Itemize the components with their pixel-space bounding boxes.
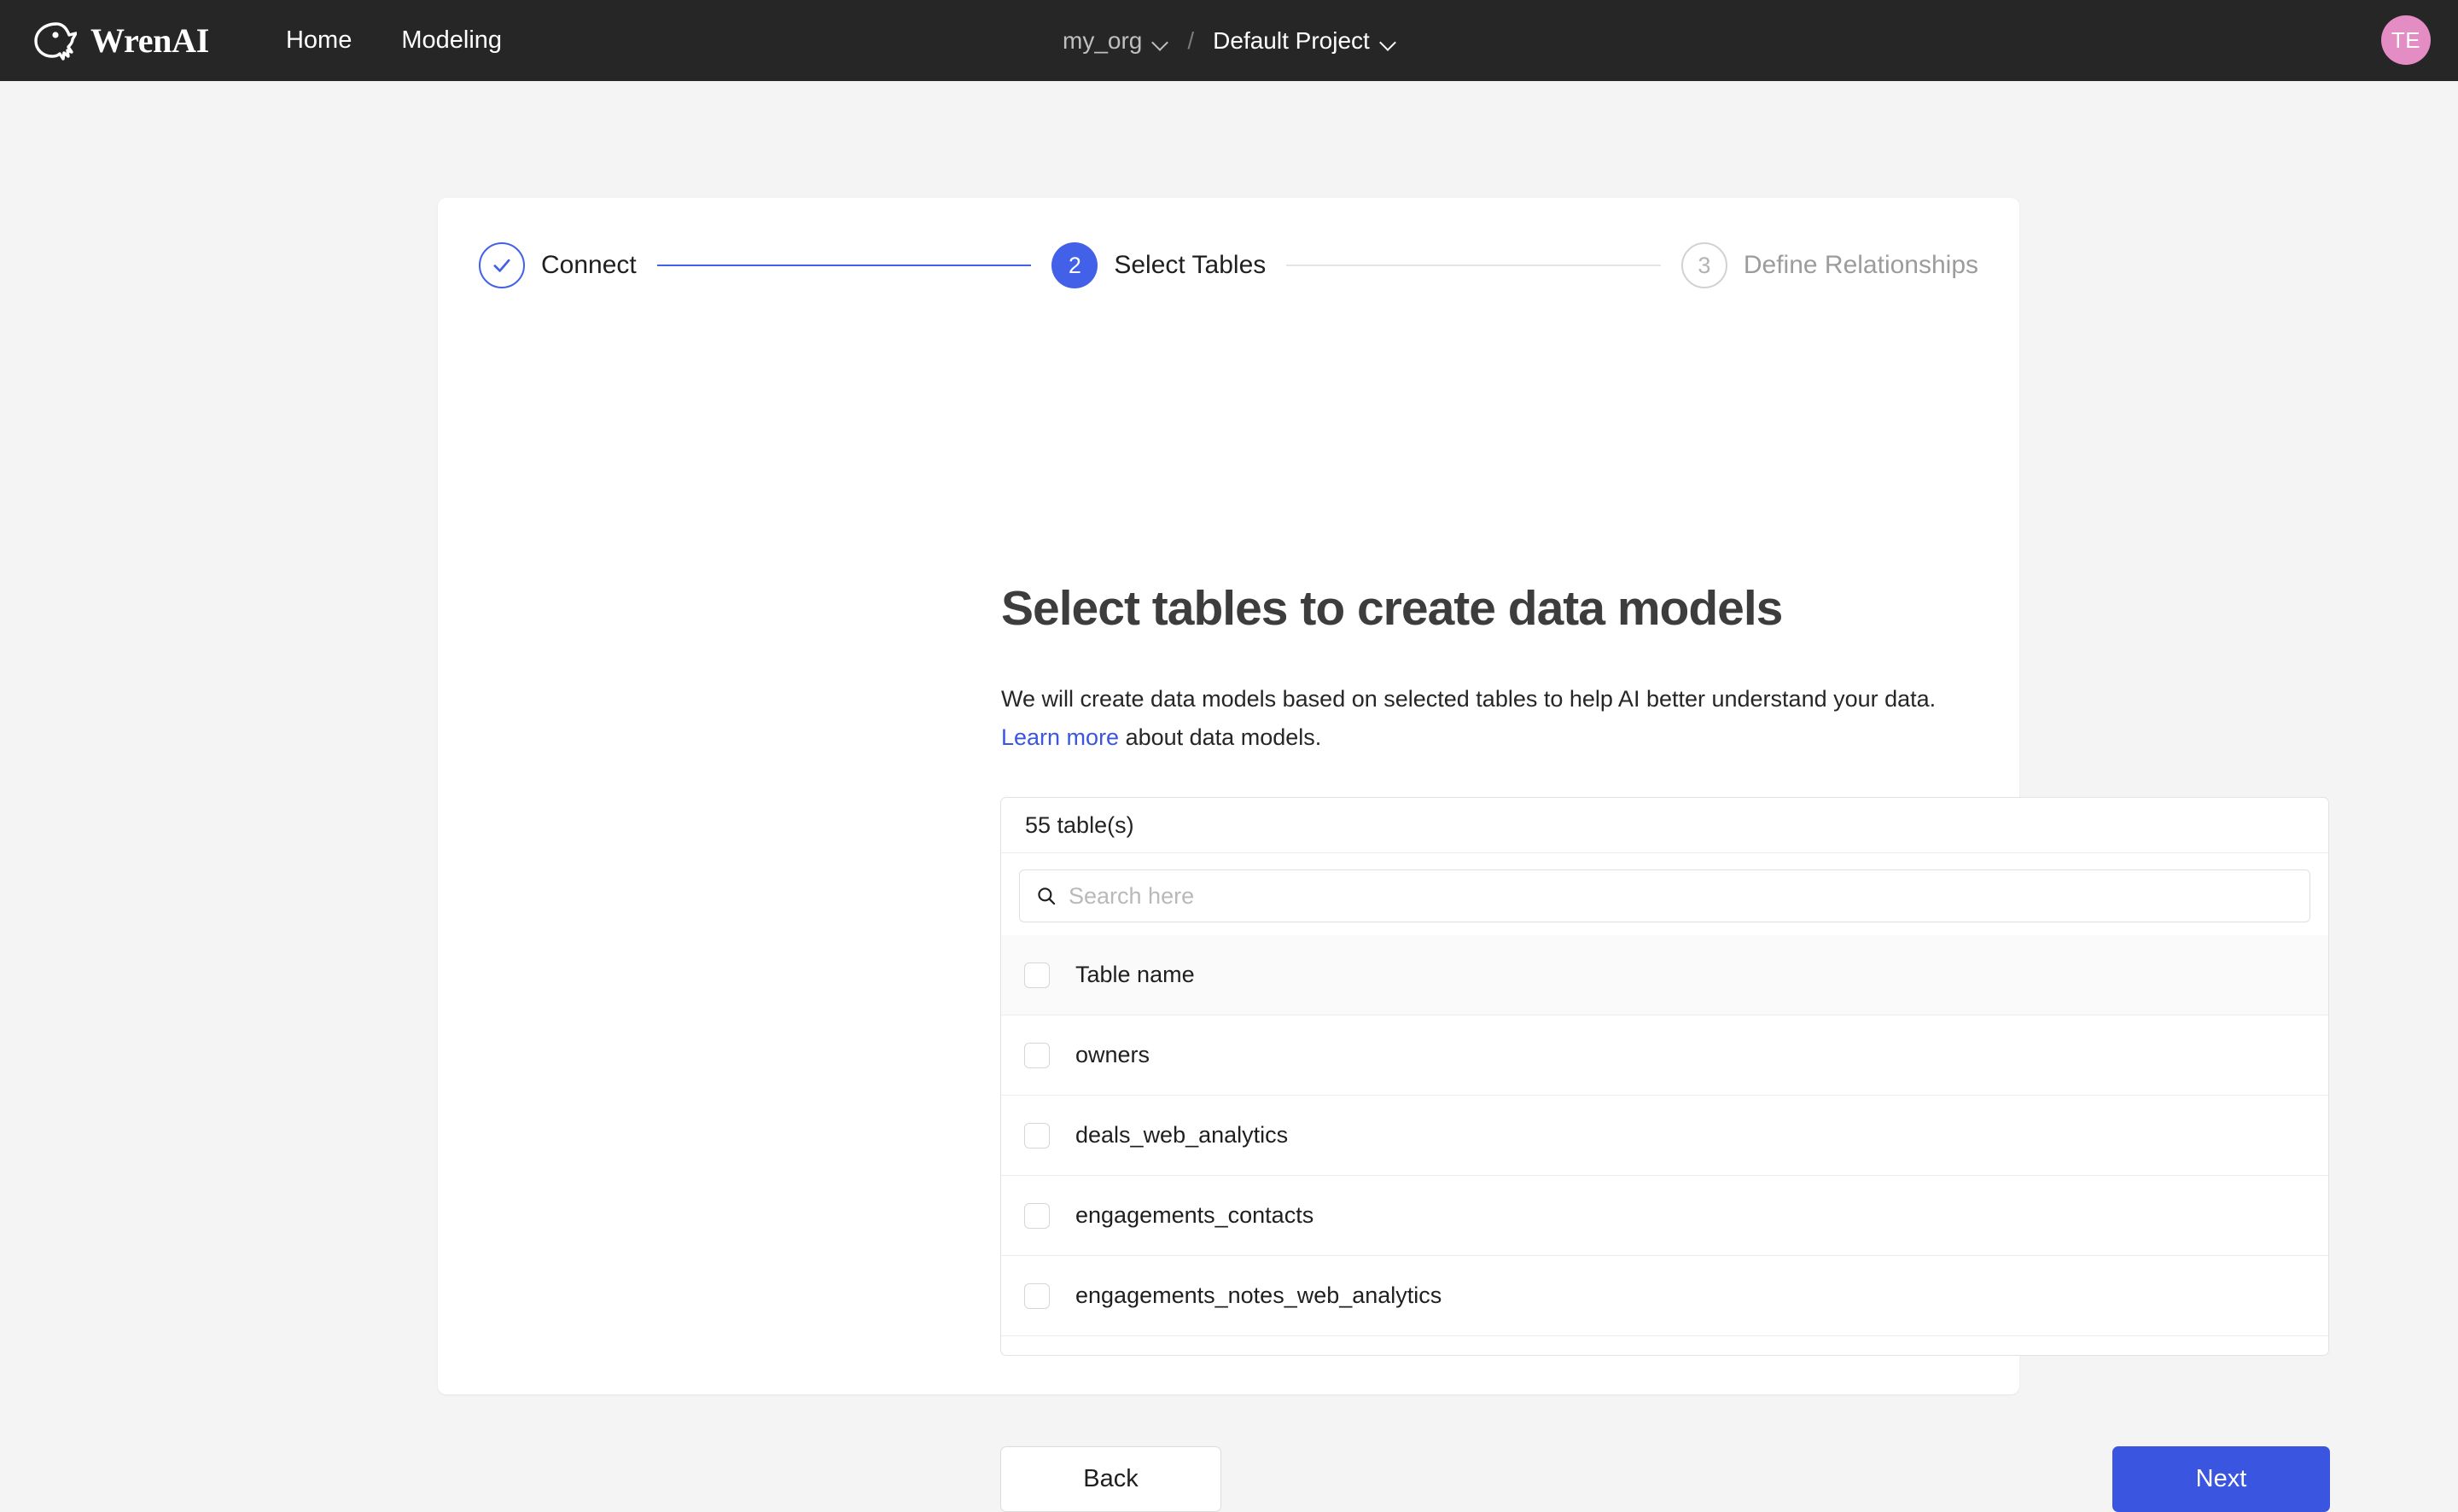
check-icon [493,259,510,272]
learn-more-link[interactable]: Learn more [1001,724,1119,750]
table-row[interactable]: engagements_notes_web_analytics [1001,1256,2328,1336]
project-selector[interactable]: Default Project [1213,27,1396,55]
table-row-checkbox[interactable] [1024,1122,1050,1149]
learn-more-suffix: about data models. [1119,724,1322,750]
step-define-relationships[interactable]: 3 Define Relationships [1680,242,1979,288]
table-row-checkbox[interactable] [1024,1202,1050,1229]
step-define-relationships-label: Define Relationships [1743,251,1979,279]
table-row-checkbox[interactable] [1024,1282,1050,1309]
wizard-stepper: Connect 2 Select Tables 3 Define Relatio… [479,239,1978,292]
nav-item-modeling[interactable]: Modeling [401,28,502,53]
table-row-checkbox[interactable] [1024,1042,1050,1068]
column-header-table-name: Table name [1075,962,1195,987]
search-icon [1038,887,1056,905]
table-row[interactable]: engagements_contacts [1001,1176,2328,1256]
back-button[interactable]: Back [1000,1446,1221,1512]
step-connect[interactable]: Connect [479,242,637,288]
org-name: my_org [1063,26,1143,54]
search-container [1001,853,2328,935]
org-selector[interactable]: my_org [1063,27,1168,55]
chevron-down-icon [1153,37,1168,45]
table-row-name: engagements_contacts [1075,1202,1314,1228]
step-define-relationships-indicator: 3 [1680,242,1727,288]
page-title: Select tables to create data models [1001,581,1783,636]
primary-nav: Home Modeling [286,28,502,53]
wizard-card: Connect 2 Select Tables 3 Define Relatio… [438,198,2330,1512]
search-box[interactable] [1019,869,2310,922]
search-input[interactable] [1069,882,2294,910]
chevron-down-icon [1381,37,1396,45]
stepper-connector-empty [1286,265,1661,266]
avatar[interactable]: TE [2381,15,2431,65]
step-select-tables[interactable]: 2 Select Tables [1051,242,1266,288]
table-picker-panel: 55 table(s) Table name owners deals_web_… [1000,797,2329,1356]
table-row-name: deals_web_analytics [1075,1122,1289,1148]
table-count-label: 55 table(s) [1001,798,2328,853]
nav-item-home[interactable]: Home [286,28,352,53]
step-connect-indicator [479,242,525,288]
brand-logo-group[interactable]: WrenAI [29,19,209,63]
select-all-checkbox[interactable] [1024,962,1050,988]
table-row-name: engagements_notes_web_analytics [1075,1282,1442,1308]
breadcrumb-separator: / [1187,26,1195,54]
wren-bird-icon [34,21,77,61]
learn-more-line: Learn more about data models. [1001,724,1321,751]
page-description: We will create data models based on sele… [1001,686,1937,712]
step-connect-label: Connect [541,251,637,279]
table-row[interactable]: deals_web_analytics [1001,1096,2328,1176]
table-list-header-row: Table name [1001,935,2328,1015]
brand-name: WrenAI [90,20,209,60]
next-button[interactable]: Next [2112,1446,2330,1512]
table-row-name: owners [1075,1042,1150,1067]
table-row[interactable]: owners [1001,1015,2328,1096]
top-navigation-bar: WrenAI Home Modeling my_org / Default Pr… [0,0,2458,81]
stepper-connector-filled [656,265,1032,266]
step-select-tables-label: Select Tables [1114,251,1267,279]
step-select-tables-indicator: 2 [1051,242,1098,288]
breadcrumb: my_org / Default Project [1063,0,1396,81]
project-name: Default Project [1213,26,1370,54]
